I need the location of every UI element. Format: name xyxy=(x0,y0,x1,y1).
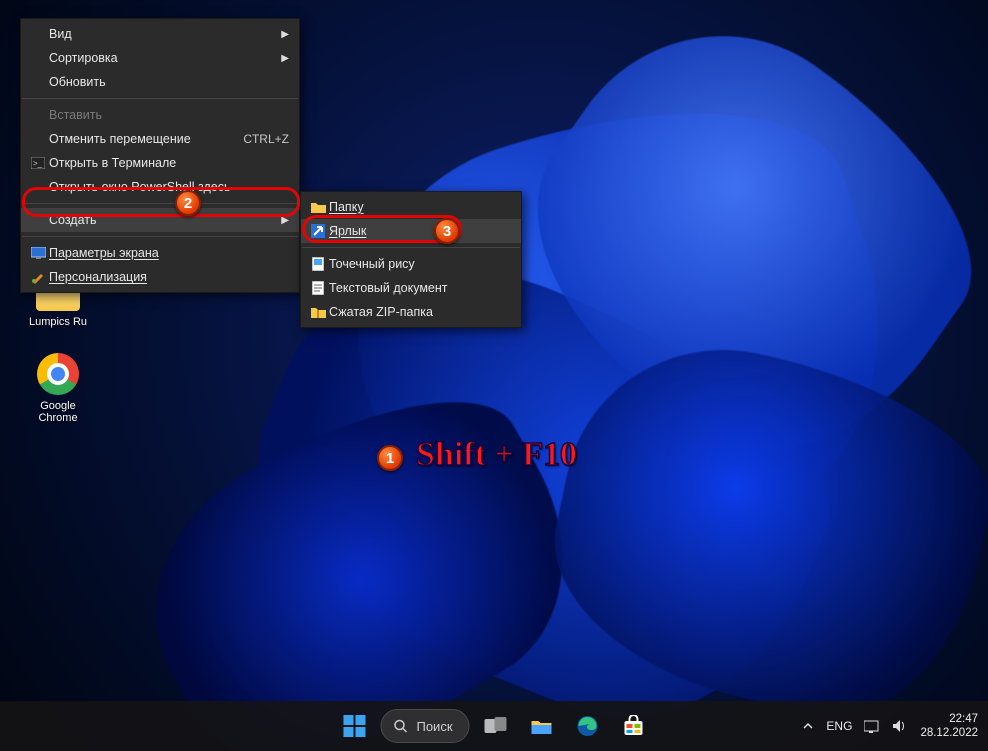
menu-item-label: Вставить xyxy=(49,108,289,122)
submenu-item-label: Текстовый документ xyxy=(329,281,511,295)
text-file-icon xyxy=(307,281,329,295)
tray-language[interactable]: ENG xyxy=(826,719,852,733)
menu-item-label: Сортировка xyxy=(49,51,289,65)
annotation-badge-3: 3 xyxy=(434,218,460,244)
submenu-item-folder[interactable]: Папку xyxy=(301,195,521,219)
menu-item-view[interactable]: Вид ▶ xyxy=(21,22,299,46)
menu-separator xyxy=(302,247,520,248)
annotation-badge-1: 1 xyxy=(377,445,403,471)
menu-item-shortcut: CTRL+Z xyxy=(219,132,289,146)
tray-time: 22:47 xyxy=(949,712,978,726)
menu-item-create[interactable]: Создать ▶ xyxy=(21,208,299,232)
annotation-badge-2: 2 xyxy=(175,190,201,216)
windows-logo-icon xyxy=(343,715,365,737)
desktop-icon-label: Google Chrome xyxy=(20,400,96,424)
taskbar-app-explorer[interactable] xyxy=(522,706,562,746)
desktop-icon-chrome[interactable]: Google Chrome xyxy=(20,352,96,424)
tray-overflow-button[interactable] xyxy=(802,720,814,732)
menu-item-undo-move[interactable]: Отменить перемещение CTRL+Z xyxy=(21,127,299,151)
chevron-up-icon xyxy=(802,720,814,732)
menu-item-open-powershell[interactable]: Открыть окно PowerShell здесь xyxy=(21,175,299,199)
tray-volume-icon[interactable] xyxy=(892,719,908,733)
taskbar-app-store[interactable] xyxy=(614,706,654,746)
zip-folder-icon xyxy=(307,306,329,318)
menu-separator xyxy=(22,203,298,204)
taskbar-app-edge[interactable] xyxy=(568,706,608,746)
svg-text:>_: >_ xyxy=(33,159,43,168)
tray-date: 28.12.2022 xyxy=(920,726,978,740)
image-file-icon xyxy=(307,257,329,271)
menu-item-personalize[interactable]: Персонализация xyxy=(21,265,299,289)
menu-item-sort[interactable]: Сортировка ▶ xyxy=(21,46,299,70)
menu-item-label: Вид xyxy=(49,27,289,41)
edge-icon xyxy=(577,715,599,737)
context-submenu-create: Папку Ярлык Точечный рису Текстовый доку… xyxy=(300,191,522,328)
menu-item-label: Отменить перемещение xyxy=(49,132,219,146)
menu-separator xyxy=(22,236,298,237)
menu-item-label: Обновить xyxy=(49,75,289,89)
annotation-shortcut-text: Shift + F10 xyxy=(416,436,577,474)
chrome-icon xyxy=(36,352,80,396)
menu-item-label: Параметры экрана xyxy=(49,246,289,260)
submenu-item-label: Точечный рису xyxy=(329,257,511,271)
desktop-icon-label: Lumpics Ru xyxy=(20,316,96,328)
tray-network-icon[interactable] xyxy=(864,719,880,733)
start-button[interactable] xyxy=(334,706,374,746)
shortcut-icon xyxy=(307,224,329,238)
folder-icon xyxy=(307,201,329,213)
menu-item-display-settings[interactable]: Параметры экрана xyxy=(21,241,299,265)
menu-item-label: Создать xyxy=(49,213,289,227)
task-view-icon xyxy=(485,717,507,735)
menu-item-paste: Вставить xyxy=(21,103,299,127)
menu-separator xyxy=(22,98,298,99)
chevron-right-icon: ▶ xyxy=(281,215,289,226)
menu-item-label: Открыть окно PowerShell здесь xyxy=(49,180,289,194)
submenu-item-label: Папку xyxy=(329,200,511,214)
display-icon xyxy=(27,247,49,259)
submenu-item-bitmap[interactable]: Точечный рису xyxy=(301,252,521,276)
chevron-right-icon: ▶ xyxy=(281,29,289,40)
tray-clock[interactable]: 22:47 28.12.2022 xyxy=(920,712,978,741)
context-menu: Вид ▶ Сортировка ▶ Обновить Вставить Отм… xyxy=(20,18,300,293)
menu-item-label: Персонализация xyxy=(49,270,289,284)
submenu-item-textdoc[interactable]: Текстовый документ xyxy=(301,276,521,300)
taskbar: Поиск ENG 22:47 28.12.2022 xyxy=(0,701,988,751)
submenu-item-shortcut[interactable]: Ярлык xyxy=(301,219,521,243)
search-icon xyxy=(393,719,408,734)
store-icon xyxy=(623,715,645,737)
menu-item-refresh[interactable]: Обновить xyxy=(21,70,299,94)
chevron-right-icon: ▶ xyxy=(281,53,289,64)
menu-item-open-terminal[interactable]: >_ Открыть в Терминале xyxy=(21,151,299,175)
task-view-button[interactable] xyxy=(476,706,516,746)
personalize-icon xyxy=(27,270,49,284)
menu-item-label: Открыть в Терминале xyxy=(49,156,289,170)
submenu-item-label: Сжатая ZIP-папка xyxy=(329,305,511,319)
file-explorer-icon xyxy=(531,717,553,735)
submenu-item-label: Ярлык xyxy=(329,224,511,238)
taskbar-search[interactable]: Поиск xyxy=(380,709,469,743)
submenu-item-zip[interactable]: Сжатая ZIP-папка xyxy=(301,300,521,324)
terminal-icon: >_ xyxy=(27,157,49,169)
taskbar-search-label: Поиск xyxy=(416,719,452,734)
